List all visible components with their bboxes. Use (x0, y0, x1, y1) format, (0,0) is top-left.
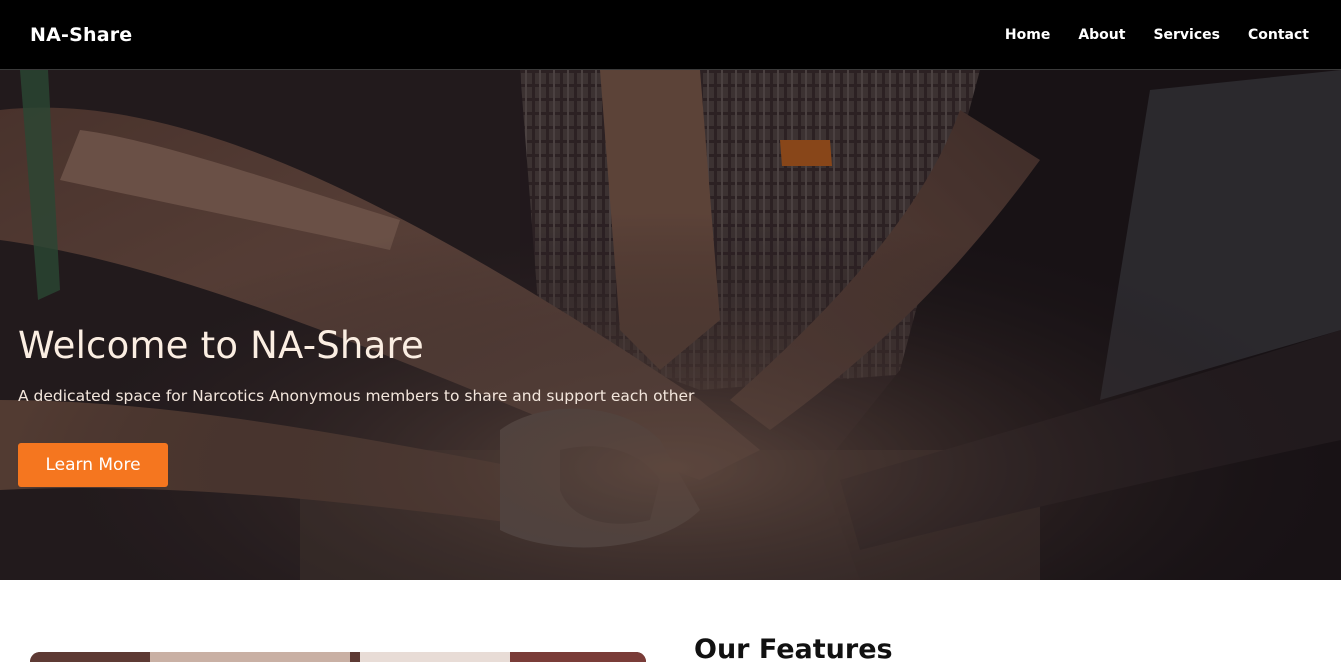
feature-photo (30, 652, 646, 662)
navbar: NA-Share Home About Services Contact (0, 0, 1341, 70)
hero-content: Welcome to NA-Share A dedicated space fo… (18, 324, 918, 487)
hero-title: Welcome to NA-Share (18, 324, 425, 367)
nav-link-home[interactable]: Home (1005, 27, 1050, 43)
nav-link-about[interactable]: About (1078, 27, 1125, 43)
feature-image (30, 652, 646, 662)
nav-link-contact[interactable]: Contact (1248, 27, 1309, 43)
hero-subtitle: A dedicated space for Narcotics Anonymou… (18, 387, 695, 406)
nav-link-services[interactable]: Services (1153, 27, 1220, 43)
nav-links: Home About Services Contact (977, 27, 1309, 43)
brand-logo[interactable]: NA-Share (30, 24, 132, 46)
hero-section: Welcome to NA-Share A dedicated space fo… (0, 70, 1341, 580)
learn-more-button[interactable]: Learn More (18, 442, 168, 487)
features-title: Our Features (694, 634, 893, 662)
features-section: Our Features (0, 580, 1341, 662)
